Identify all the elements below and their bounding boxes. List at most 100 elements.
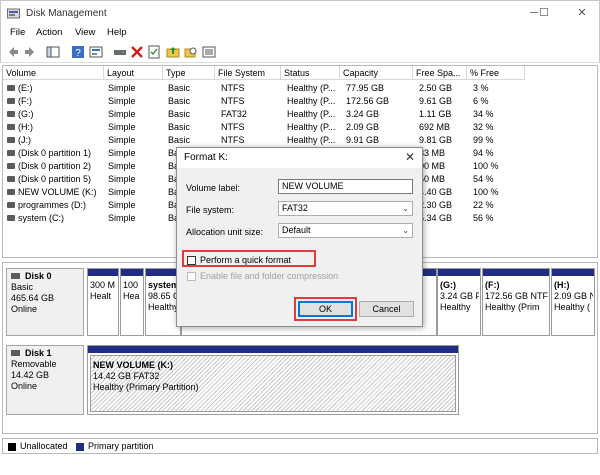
table-cell: (Disk 0 partition 2)	[18, 161, 92, 171]
column-header-volume[interactable]: Volume	[3, 66, 104, 80]
table-cell: Simple	[108, 213, 136, 223]
disk1-partition-k[interactable]: NEW VOLUME (K:) 14.42 GB FAT32 Healthy (…	[87, 345, 459, 415]
check-icon[interactable]	[147, 45, 161, 59]
table-row[interactable]: (E:) Simple Basic NTFS Healthy (P... 77.95 GB…	[3, 82, 597, 95]
allocation-unit-caption: Allocation unit size:	[186, 227, 264, 237]
cancel-button[interactable]: Cancel	[359, 301, 414, 317]
table-cell: NTFS	[221, 135, 245, 145]
partition-bar	[88, 269, 118, 276]
menu-bar: File Action View Help	[0, 26, 600, 42]
table-row[interactable]: (G:) Simple Basic FAT32 Healthy (P... 3.24 GB…	[3, 108, 597, 121]
column-header-free-space[interactable]: Free Spa...	[413, 66, 467, 80]
disk-type: Removable	[11, 359, 57, 369]
volume-drive-icon	[7, 176, 15, 182]
disk0-partition-2[interactable]: 100 Hea	[120, 268, 144, 336]
allocation-unit-select[interactable]: Default ⌄	[278, 223, 413, 238]
allocation-unit-value: Default	[282, 225, 311, 235]
volume-drive-icon	[7, 111, 15, 117]
disk-management-icon	[7, 8, 20, 19]
table-cell: 6 %	[473, 96, 489, 106]
table-cell: Basic	[168, 96, 191, 106]
table-cell: 99 %	[473, 135, 494, 145]
volume-list-icon[interactable]	[202, 45, 216, 59]
forward-icon[interactable]	[23, 45, 37, 59]
table-row[interactable]: (J:) Simple Basic NTFS Healthy (P... 9.91 GB 9…	[3, 134, 597, 147]
disk0-partition-1[interactable]: 300 M Healt	[87, 268, 119, 336]
disk-name: Disk 0	[25, 271, 52, 281]
dialog-title: Format K:	[184, 152, 228, 163]
column-header-capacity[interactable]: Capacity	[340, 66, 413, 80]
unallocated-swatch	[8, 443, 16, 451]
table-cell: Basic	[168, 122, 191, 132]
table-cell: 172.56 GB	[346, 96, 390, 106]
column-header-file-system[interactable]: File System	[215, 66, 281, 80]
table-cell: Basic	[168, 109, 191, 119]
menu-file[interactable]: File	[10, 27, 25, 38]
table-cell: 22 %	[473, 200, 494, 210]
table-cell: NTFS	[221, 83, 245, 93]
menu-help[interactable]: Help	[107, 27, 127, 38]
partition-label: (G:)	[440, 280, 456, 290]
table-cell: 54 %	[473, 174, 494, 184]
column-header-percent-free[interactable]: % Free	[467, 66, 525, 80]
table-cell: 77.95 GB	[346, 83, 385, 93]
volume-drive-icon	[7, 189, 15, 195]
ok-button-highlight	[294, 297, 357, 321]
volume-drive-icon	[7, 124, 15, 130]
table-cell: 692 MB	[419, 122, 451, 132]
table-cell: 5.34 GB	[419, 213, 453, 223]
table-row[interactable]: (F:) Simple Basic NTFS Healthy (P... 172.56 G…	[3, 95, 597, 108]
disk0-partition-h[interactable]: (H:)2.09 GB NTHealthy (	[551, 268, 595, 336]
table-cell: 3 %	[473, 83, 489, 93]
volume-drive-icon	[7, 163, 15, 169]
table-cell: Healthy (P...	[287, 96, 336, 106]
table-cell: 100 %	[473, 187, 499, 197]
close-button[interactable]: ✕	[567, 4, 597, 22]
chevron-down-icon: ⌄	[402, 204, 409, 213]
quick-format-highlight	[182, 250, 316, 267]
table-cell: (J:)	[18, 135, 31, 145]
compression-checkbox[interactable]	[187, 272, 196, 281]
column-header-type[interactable]: Type	[163, 66, 215, 80]
table-row[interactable]: (H:) Simple Basic NTFS Healthy (P... 2.09 GB 6…	[3, 121, 597, 134]
partition-size: 100	[123, 280, 139, 290]
file-system-value: FAT32	[282, 203, 308, 213]
disk-1-info[interactable]: Disk 1 Removable 14.42 GB Online	[6, 345, 84, 415]
volume-drive-icon	[7, 85, 15, 91]
maximize-button[interactable]: ☐	[529, 4, 559, 22]
disk0-partition-f[interactable]: (F:) 172.56 GB NTF Healthy (Prim	[482, 268, 550, 336]
folder-search-icon[interactable]	[184, 45, 198, 59]
connect-drive-icon[interactable]	[113, 45, 127, 59]
properties-icon[interactable]	[89, 45, 103, 59]
partition-status: Healthy	[440, 302, 471, 312]
disk-drive-icon	[11, 350, 20, 356]
table-cell: 2.50 GB	[419, 83, 453, 93]
column-header-layout[interactable]: Layout	[104, 66, 163, 80]
partition-size: 98.65 G	[148, 291, 179, 301]
partition-bar	[483, 269, 549, 276]
disk-0-info[interactable]: Disk 0 Basic 465.64 GB Online	[6, 268, 84, 336]
volume-drive-icon	[7, 150, 15, 156]
menu-view[interactable]: View	[75, 27, 95, 38]
column-header-status[interactable]: Status	[281, 66, 340, 80]
disk0-partition-g[interactable]: (G:) 3.24 GB F Healthy	[437, 268, 481, 336]
table-cell: programmes (D:)	[18, 200, 87, 210]
volume-label-input[interactable]: NEW VOLUME	[278, 179, 413, 194]
file-system-caption: File system:	[186, 205, 235, 215]
table-cell: Healthy (P...	[287, 109, 336, 119]
delete-icon[interactable]	[130, 45, 144, 59]
file-system-select[interactable]: FAT32 ⌄	[278, 201, 413, 216]
partition-status: Healthy (	[554, 302, 591, 312]
help-icon[interactable]: ?	[71, 45, 85, 59]
partition-size: 14.42 GB FAT32	[93, 371, 160, 381]
partition-size: 172.56 GB NTF	[485, 291, 548, 301]
back-icon[interactable]	[6, 45, 20, 59]
dialog-close-icon[interactable]: ✕	[405, 150, 415, 164]
console-tree-icon[interactable]	[46, 45, 60, 59]
table-cell: Simple	[108, 96, 136, 106]
table-cell: 34 %	[473, 109, 494, 119]
table-cell: Basic	[168, 83, 191, 93]
partition-status: Healt	[90, 291, 112, 301]
folder-up-icon[interactable]	[166, 45, 180, 59]
menu-action[interactable]: Action	[36, 27, 62, 38]
